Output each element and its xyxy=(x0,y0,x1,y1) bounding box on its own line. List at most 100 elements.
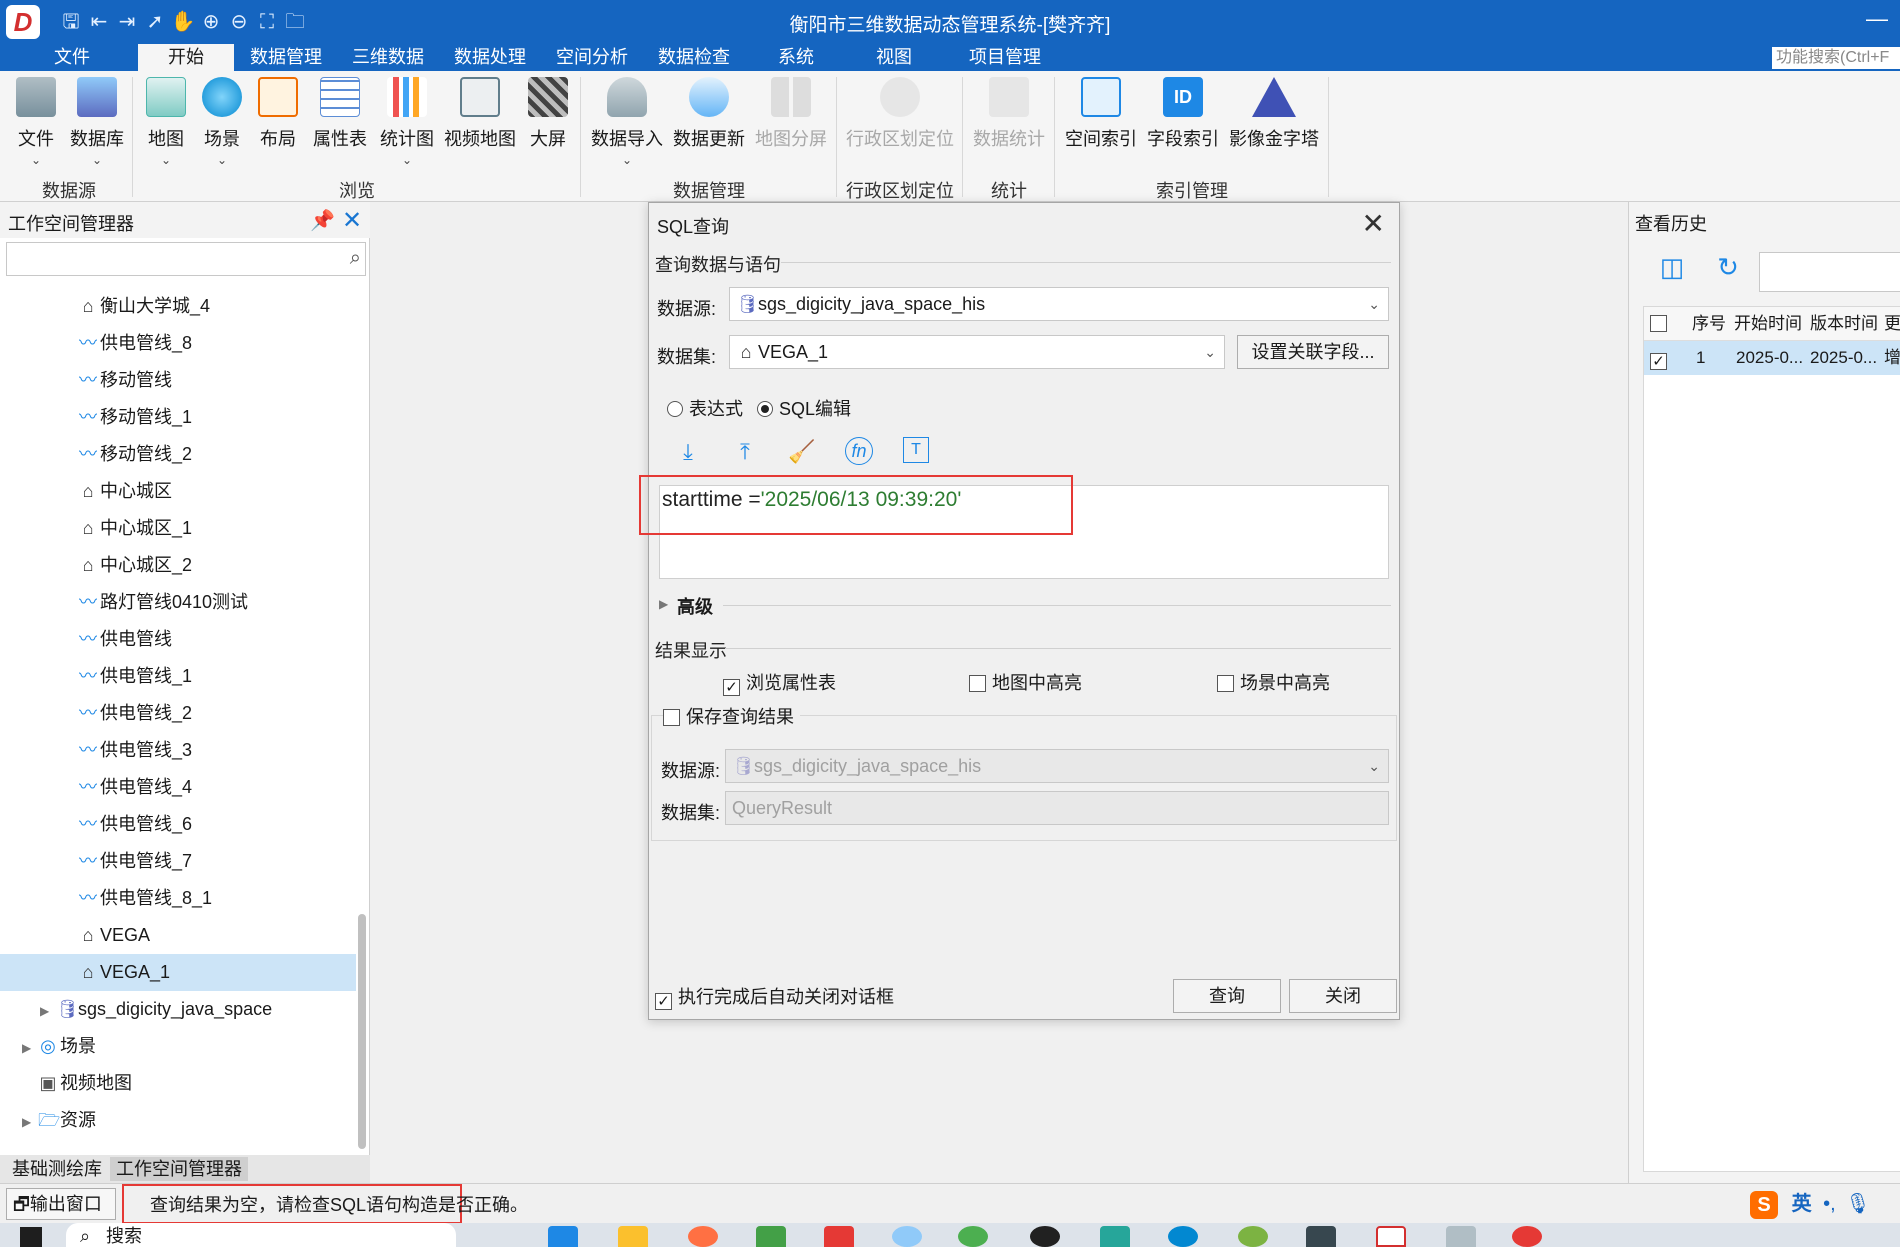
tree-item-layer[interactable]: 〰供电管线_8 xyxy=(0,325,356,362)
auto-close-checkbox[interactable]: ✓ 执行完成后自动关闭对话框 xyxy=(655,983,894,1010)
map-highlight-checkbox[interactable]: 地图中高亮 xyxy=(969,669,1082,695)
tree-item-layer[interactable]: ⌂ 中心城区_2 xyxy=(0,547,356,584)
column-header-version-time[interactable]: 版本时间 xyxy=(1810,307,1882,341)
tree-item-layer[interactable]: 〰供电管线_3 xyxy=(0,732,356,769)
datasource-select[interactable]: 🛢sgs_digicity_java_space_his ⌄ xyxy=(729,287,1389,321)
ribbon-map-button[interactable]: 地图 ⌄ xyxy=(140,77,192,177)
mode-expression-radio[interactable]: 表达式 xyxy=(667,395,743,421)
ribbon-field-index-button[interactable]: ID 字段索引 xyxy=(1144,77,1222,177)
ribbon-admin-locate-button[interactable]: 行政区划定位 xyxy=(844,77,956,177)
tree-item-layer[interactable]: 〰移动管线 xyxy=(0,362,356,399)
tree-item-layer[interactable]: 〰供电管线_2 xyxy=(0,695,356,732)
clear-icon[interactable]: 🧹 xyxy=(787,437,817,467)
ribbon-attribute-table-button[interactable]: 属性表 xyxy=(308,77,372,177)
column-header-index[interactable]: 序号 xyxy=(1692,307,1732,341)
function-icon[interactable]: fn xyxy=(845,437,873,465)
tab-basic-mapping-db[interactable]: 基础测绘库 xyxy=(6,1157,108,1181)
expand-arrow-icon[interactable]: ▶ xyxy=(22,1030,38,1067)
menu-tab-data-check[interactable]: 数据检查 xyxy=(652,44,736,71)
menu-tab-3d-data[interactable]: 三维数据 xyxy=(346,44,430,71)
taskbar-app-icon[interactable] xyxy=(756,1226,786,1247)
ime-indicator[interactable]: S 英 •, 🎙 xyxy=(1750,1188,1900,1220)
tree-item-layer[interactable]: 〰供电管线_4 xyxy=(0,769,356,806)
column-header-start-time[interactable]: 开始时间 xyxy=(1734,307,1808,341)
expand-arrow-icon[interactable]: ▶ xyxy=(40,993,56,1030)
tree-item-layer[interactable]: 〰移动管线_1 xyxy=(0,399,356,436)
output-window-button[interactable]: 🗗输出窗口 xyxy=(6,1188,116,1220)
tree-scrollbar[interactable] xyxy=(358,914,366,1149)
expand-arrow-icon[interactable]: ▶ xyxy=(659,597,668,611)
minimize-button[interactable]: — xyxy=(1862,6,1892,36)
save-datasource-select[interactable]: 🛢sgs_digicity_java_space_his ⌄ xyxy=(725,749,1389,783)
tree-item-layer[interactable]: 〰供电管线_8_1 xyxy=(0,880,356,917)
close-icon[interactable]: ✕ xyxy=(1362,207,1385,240)
tree-item-layer[interactable]: ⌂ 衡山大学城_4 xyxy=(0,288,356,325)
ribbon-data-update-button[interactable]: 数据更新 xyxy=(670,77,748,177)
ribbon-image-pyramid-button[interactable]: 影像金字塔 xyxy=(1226,77,1322,177)
ribbon-layout-button[interactable]: 布局 xyxy=(252,77,304,177)
ribbon-big-screen-button[interactable]: 大屏 xyxy=(522,77,574,177)
ime-language[interactable]: 英 xyxy=(1792,1193,1812,1215)
ribbon-scene-button[interactable]: 场景 ⌄ xyxy=(196,77,248,177)
import-sql-icon[interactable]: ⤓ xyxy=(673,437,703,467)
tree-item-layer[interactable]: ⌂ 中心城区_1 xyxy=(0,510,356,547)
tree-item-layer-selected[interactable]: ⌂ VEGA_1 xyxy=(0,954,356,991)
menu-tab-home[interactable]: 开始 xyxy=(138,44,234,71)
pin-icon[interactable]: 📌 xyxy=(310,208,335,233)
tree-item-layer[interactable]: 〰供电管线_6 xyxy=(0,806,356,843)
tree-item-video-maps[interactable]: ▣ 视频地图 xyxy=(0,1065,356,1102)
save-dataset-input[interactable]: QueryResult xyxy=(725,791,1389,825)
select-all-checkbox[interactable] xyxy=(1650,307,1674,341)
taskbar-app-icon[interactable] xyxy=(1446,1226,1476,1247)
taskbar-folder-icon[interactable] xyxy=(618,1226,648,1247)
expand-arrow-icon[interactable]: ▶ xyxy=(22,1104,38,1141)
scene-highlight-checkbox[interactable]: 场景中高亮 xyxy=(1217,669,1330,695)
function-search-input[interactable]: 功能搜索(Ctrl+F xyxy=(1772,47,1900,69)
taskbar-chrome-icon[interactable] xyxy=(1512,1226,1542,1247)
menu-tab-project-management[interactable]: 项目管理 xyxy=(950,44,1060,71)
tree-item-scenes[interactable]: ▶ ◎ 场景 xyxy=(0,1028,356,1065)
taskbar-app-icon[interactable] xyxy=(1100,1226,1130,1247)
ribbon-split-screen-button[interactable]: 地图分屏 xyxy=(752,77,830,177)
compare-icon[interactable]: ◫ xyxy=(1655,252,1689,286)
tree-item-layer[interactable]: 〰移动管线_2 xyxy=(0,436,356,473)
taskbar-app-icon[interactable] xyxy=(1238,1226,1268,1247)
menu-tab-view[interactable]: 视图 xyxy=(858,44,930,71)
menu-tab-spatial-analysis[interactable]: 空间分析 xyxy=(550,44,634,71)
menu-tab-data-processing[interactable]: 数据处理 xyxy=(448,44,532,71)
tree-item-datasource[interactable]: ▶ 🛢sgs_digicity_java_space xyxy=(0,991,356,1028)
tree-item-layer[interactable]: 〰供电管线_1 xyxy=(0,658,356,695)
taskbar-app-icon[interactable] xyxy=(892,1226,922,1247)
ribbon-database-button[interactable]: 数据库 ⌄ xyxy=(66,77,128,177)
advanced-section-toggle[interactable]: 高级 xyxy=(677,593,713,619)
ribbon-spatial-index-button[interactable]: 空间索引 xyxy=(1062,77,1140,177)
ime-punctuation[interactable]: •, xyxy=(1823,1193,1836,1215)
taskbar-search-input[interactable]: ⌕ 搜索 xyxy=(66,1223,456,1247)
taskbar-current-app-icon[interactable] xyxy=(1376,1226,1406,1247)
save-result-checkbox[interactable]: 保存查询结果 xyxy=(663,703,800,729)
taskbar-wechat-icon[interactable] xyxy=(958,1226,988,1247)
tree-item-layer[interactable]: ⌂ VEGA xyxy=(0,917,356,954)
taskbar-edge-icon[interactable] xyxy=(1168,1226,1198,1247)
menu-tab-data-management[interactable]: 数据管理 xyxy=(244,44,328,71)
ribbon-data-import-button[interactable]: 数据导入 ⌄ xyxy=(588,77,666,177)
column-header-more[interactable]: 更 xyxy=(1884,307,1900,341)
ribbon-video-map-button[interactable]: 视频地图 xyxy=(442,77,518,177)
ribbon-file-button[interactable]: 文件 ⌄ xyxy=(10,77,62,177)
workspace-search-input[interactable]: ⌕ xyxy=(6,242,366,276)
set-join-fields-button[interactable]: 设置关联字段... xyxy=(1237,335,1389,369)
row-checkbox[interactable]: ✓ xyxy=(1650,341,1674,375)
windows-start-icon[interactable] xyxy=(20,1227,42,1247)
taskbar-app-icon[interactable] xyxy=(1030,1226,1060,1247)
ribbon-data-statistics-button[interactable]: 数据统计 xyxy=(968,77,1050,177)
tree-item-layer[interactable]: ⌂ 中心城区 xyxy=(0,473,356,510)
taskbar-app-icon[interactable] xyxy=(548,1226,578,1247)
query-button[interactable]: 查询 xyxy=(1173,979,1281,1013)
tree-item-layer[interactable]: 〰供电管线_7 xyxy=(0,843,356,880)
ribbon-chart-button[interactable]: 统计图 ⌄ xyxy=(376,77,438,177)
browse-table-checkbox[interactable]: ✓ 浏览属性表 xyxy=(723,669,836,696)
close-icon[interactable]: ✕ xyxy=(342,206,362,235)
tree-item-layer[interactable]: 〰路灯管线0410测试 xyxy=(0,584,356,621)
field-icon[interactable]: T xyxy=(903,437,929,463)
taskbar-app-icon[interactable] xyxy=(688,1226,718,1247)
